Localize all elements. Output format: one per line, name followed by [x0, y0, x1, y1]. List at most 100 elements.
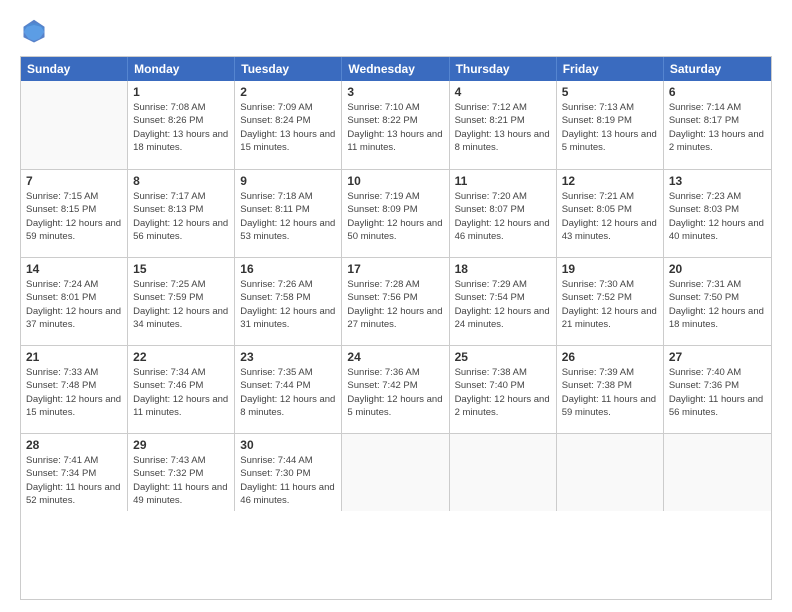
calendar-cell: 26 Sunrise: 7:39 AMSunset: 7:38 PMDayligh… [557, 346, 664, 433]
calendar-cell: 12 Sunrise: 7:21 AMSunset: 8:05 PMDayligh… [557, 170, 664, 257]
day-info: Sunrise: 7:20 AMSunset: 8:07 PMDaylight:… [455, 190, 551, 243]
header-day-sunday: Sunday [21, 57, 128, 81]
day-number: 3 [347, 85, 443, 99]
day-info: Sunrise: 7:34 AMSunset: 7:46 PMDaylight:… [133, 366, 229, 419]
day-number: 5 [562, 85, 658, 99]
day-info: Sunrise: 7:18 AMSunset: 8:11 PMDaylight:… [240, 190, 336, 243]
day-number: 4 [455, 85, 551, 99]
day-info: Sunrise: 7:24 AMSunset: 8:01 PMDaylight:… [26, 278, 122, 331]
day-info: Sunrise: 7:44 AMSunset: 7:30 PMDaylight:… [240, 454, 336, 507]
page: SundayMondayTuesdayWednesdayThursdayFrid… [0, 0, 792, 612]
day-number: 7 [26, 174, 122, 188]
calendar-cell: 15 Sunrise: 7:25 AMSunset: 7:59 PMDayligh… [128, 258, 235, 345]
day-number: 11 [455, 174, 551, 188]
day-info: Sunrise: 7:39 AMSunset: 7:38 PMDaylight:… [562, 366, 658, 419]
day-number: 17 [347, 262, 443, 276]
day-number: 13 [669, 174, 766, 188]
day-info: Sunrise: 7:08 AMSunset: 8:26 PMDaylight:… [133, 101, 229, 154]
day-number: 10 [347, 174, 443, 188]
calendar-cell: 2Sunrise: 7:09 AMSunset: 8:24 PMDaylight… [235, 81, 342, 169]
header-day-thursday: Thursday [450, 57, 557, 81]
calendar-cell: 22Sunrise: 7:34 AMSunset: 7:46 PMDayligh… [128, 346, 235, 433]
calendar-cell: 29 Sunrise: 7:43 AMSunset: 7:32 PMDayligh… [128, 434, 235, 511]
header-day-monday: Monday [128, 57, 235, 81]
day-info: Sunrise: 7:36 AMSunset: 7:42 PMDaylight:… [347, 366, 443, 419]
day-number: 21 [26, 350, 122, 364]
day-number: 26 [562, 350, 658, 364]
day-info: Sunrise: 7:23 AMSunset: 8:03 PMDaylight:… [669, 190, 766, 243]
day-number: 23 [240, 350, 336, 364]
day-info: Sunrise: 7:19 AMSunset: 8:09 PMDaylight:… [347, 190, 443, 243]
day-info: Sunrise: 7:33 AMSunset: 7:48 PMDaylight:… [26, 366, 122, 419]
calendar-header-row: SundayMondayTuesdayWednesdayThursdayFrid… [21, 57, 771, 81]
day-number: 12 [562, 174, 658, 188]
calendar-cell: 1 Sunrise: 7:08 AMSunset: 8:26 PMDaylight… [128, 81, 235, 169]
day-info: Sunrise: 7:17 AMSunset: 8:13 PMDaylight:… [133, 190, 229, 243]
calendar-cell: 3 Sunrise: 7:10 AMSunset: 8:22 PMDaylight… [342, 81, 449, 169]
day-info: Sunrise: 7:10 AMSunset: 8:22 PMDaylight:… [347, 101, 443, 154]
day-info: Sunrise: 7:35 AMSunset: 7:44 PMDaylight:… [240, 366, 336, 419]
calendar-cell: 24 Sunrise: 7:36 AMSunset: 7:42 PMDayligh… [342, 346, 449, 433]
day-number: 20 [669, 262, 766, 276]
logo [20, 18, 52, 46]
day-info: Sunrise: 7:28 AMSunset: 7:56 PMDaylight:… [347, 278, 443, 331]
day-info: Sunrise: 7:25 AMSunset: 7:59 PMDaylight:… [133, 278, 229, 331]
day-number: 16 [240, 262, 336, 276]
day-number: 28 [26, 438, 122, 452]
calendar-week-5: 28 Sunrise: 7:41 AMSunset: 7:34 PMDayligh… [21, 433, 771, 511]
calendar-cell: 7 Sunrise: 7:15 AMSunset: 8:15 PMDaylight… [21, 170, 128, 257]
calendar-body: 1 Sunrise: 7:08 AMSunset: 8:26 PMDaylight… [21, 81, 771, 511]
day-info: Sunrise: 7:21 AMSunset: 8:05 PMDaylight:… [562, 190, 658, 243]
day-number: 14 [26, 262, 122, 276]
calendar-cell: 28 Sunrise: 7:41 AMSunset: 7:34 PMDayligh… [21, 434, 128, 511]
calendar-cell: 4 Sunrise: 7:12 AMSunset: 8:21 PMDaylight… [450, 81, 557, 169]
calendar-week-3: 14 Sunrise: 7:24 AMSunset: 8:01 PMDayligh… [21, 257, 771, 345]
calendar-week-4: 21 Sunrise: 7:33 AMSunset: 7:48 PMDayligh… [21, 345, 771, 433]
header-day-saturday: Saturday [664, 57, 771, 81]
day-number: 2 [240, 85, 336, 99]
header-day-wednesday: Wednesday [342, 57, 449, 81]
day-info: Sunrise: 7:13 AMSunset: 8:19 PMDaylight:… [562, 101, 658, 154]
calendar-cell: 27 Sunrise: 7:40 AMSunset: 7:36 PMDayligh… [664, 346, 771, 433]
calendar-cell: 17 Sunrise: 7:28 AMSunset: 7:56 PMDayligh… [342, 258, 449, 345]
day-info: Sunrise: 7:29 AMSunset: 7:54 PMDaylight:… [455, 278, 551, 331]
day-number: 27 [669, 350, 766, 364]
day-number: 9 [240, 174, 336, 188]
calendar-week-2: 7 Sunrise: 7:15 AMSunset: 8:15 PMDaylight… [21, 169, 771, 257]
day-info: Sunrise: 7:43 AMSunset: 7:32 PMDaylight:… [133, 454, 229, 507]
calendar-cell: 19Sunrise: 7:30 AMSunset: 7:52 PMDayligh… [557, 258, 664, 345]
calendar-cell: 10 Sunrise: 7:19 AMSunset: 8:09 PMDayligh… [342, 170, 449, 257]
calendar-cell [557, 434, 664, 511]
logo-icon [20, 18, 48, 46]
calendar-cell: 11 Sunrise: 7:20 AMSunset: 8:07 PMDayligh… [450, 170, 557, 257]
calendar-cell [342, 434, 449, 511]
calendar-cell: 25 Sunrise: 7:38 AMSunset: 7:40 PMDayligh… [450, 346, 557, 433]
header-day-friday: Friday [557, 57, 664, 81]
day-info: Sunrise: 7:41 AMSunset: 7:34 PMDaylight:… [26, 454, 122, 507]
day-number: 25 [455, 350, 551, 364]
day-number: 18 [455, 262, 551, 276]
day-number: 8 [133, 174, 229, 188]
calendar-cell: 5 Sunrise: 7:13 AMSunset: 8:19 PMDaylight… [557, 81, 664, 169]
calendar-cell: 16Sunrise: 7:26 AMSunset: 7:58 PMDayligh… [235, 258, 342, 345]
calendar-cell: 6Sunrise: 7:14 AMSunset: 8:17 PMDaylight… [664, 81, 771, 169]
calendar-week-1: 1 Sunrise: 7:08 AMSunset: 8:26 PMDaylight… [21, 81, 771, 169]
calendar-cell: 8 Sunrise: 7:17 AMSunset: 8:13 PMDaylight… [128, 170, 235, 257]
day-number: 24 [347, 350, 443, 364]
day-number: 6 [669, 85, 766, 99]
day-number: 29 [133, 438, 229, 452]
day-number: 30 [240, 438, 336, 452]
calendar-cell: 23 Sunrise: 7:35 AMSunset: 7:44 PMDayligh… [235, 346, 342, 433]
calendar-cell: 30 Sunrise: 7:44 AMSunset: 7:30 PMDayligh… [235, 434, 342, 511]
day-info: Sunrise: 7:12 AMSunset: 8:21 PMDaylight:… [455, 101, 551, 154]
day-info: Sunrise: 7:40 AMSunset: 7:36 PMDaylight:… [669, 366, 766, 419]
calendar-cell: 18 Sunrise: 7:29 AMSunset: 7:54 PMDayligh… [450, 258, 557, 345]
day-number: 1 [133, 85, 229, 99]
day-number: 15 [133, 262, 229, 276]
calendar-cell: 9 Sunrise: 7:18 AMSunset: 8:11 PMDaylight… [235, 170, 342, 257]
calendar-cell: 21 Sunrise: 7:33 AMSunset: 7:48 PMDayligh… [21, 346, 128, 433]
day-info: Sunrise: 7:31 AMSunset: 7:50 PMDaylight:… [669, 278, 766, 331]
day-info: Sunrise: 7:38 AMSunset: 7:40 PMDaylight:… [455, 366, 551, 419]
day-info: Sunrise: 7:15 AMSunset: 8:15 PMDaylight:… [26, 190, 122, 243]
calendar-cell [450, 434, 557, 511]
